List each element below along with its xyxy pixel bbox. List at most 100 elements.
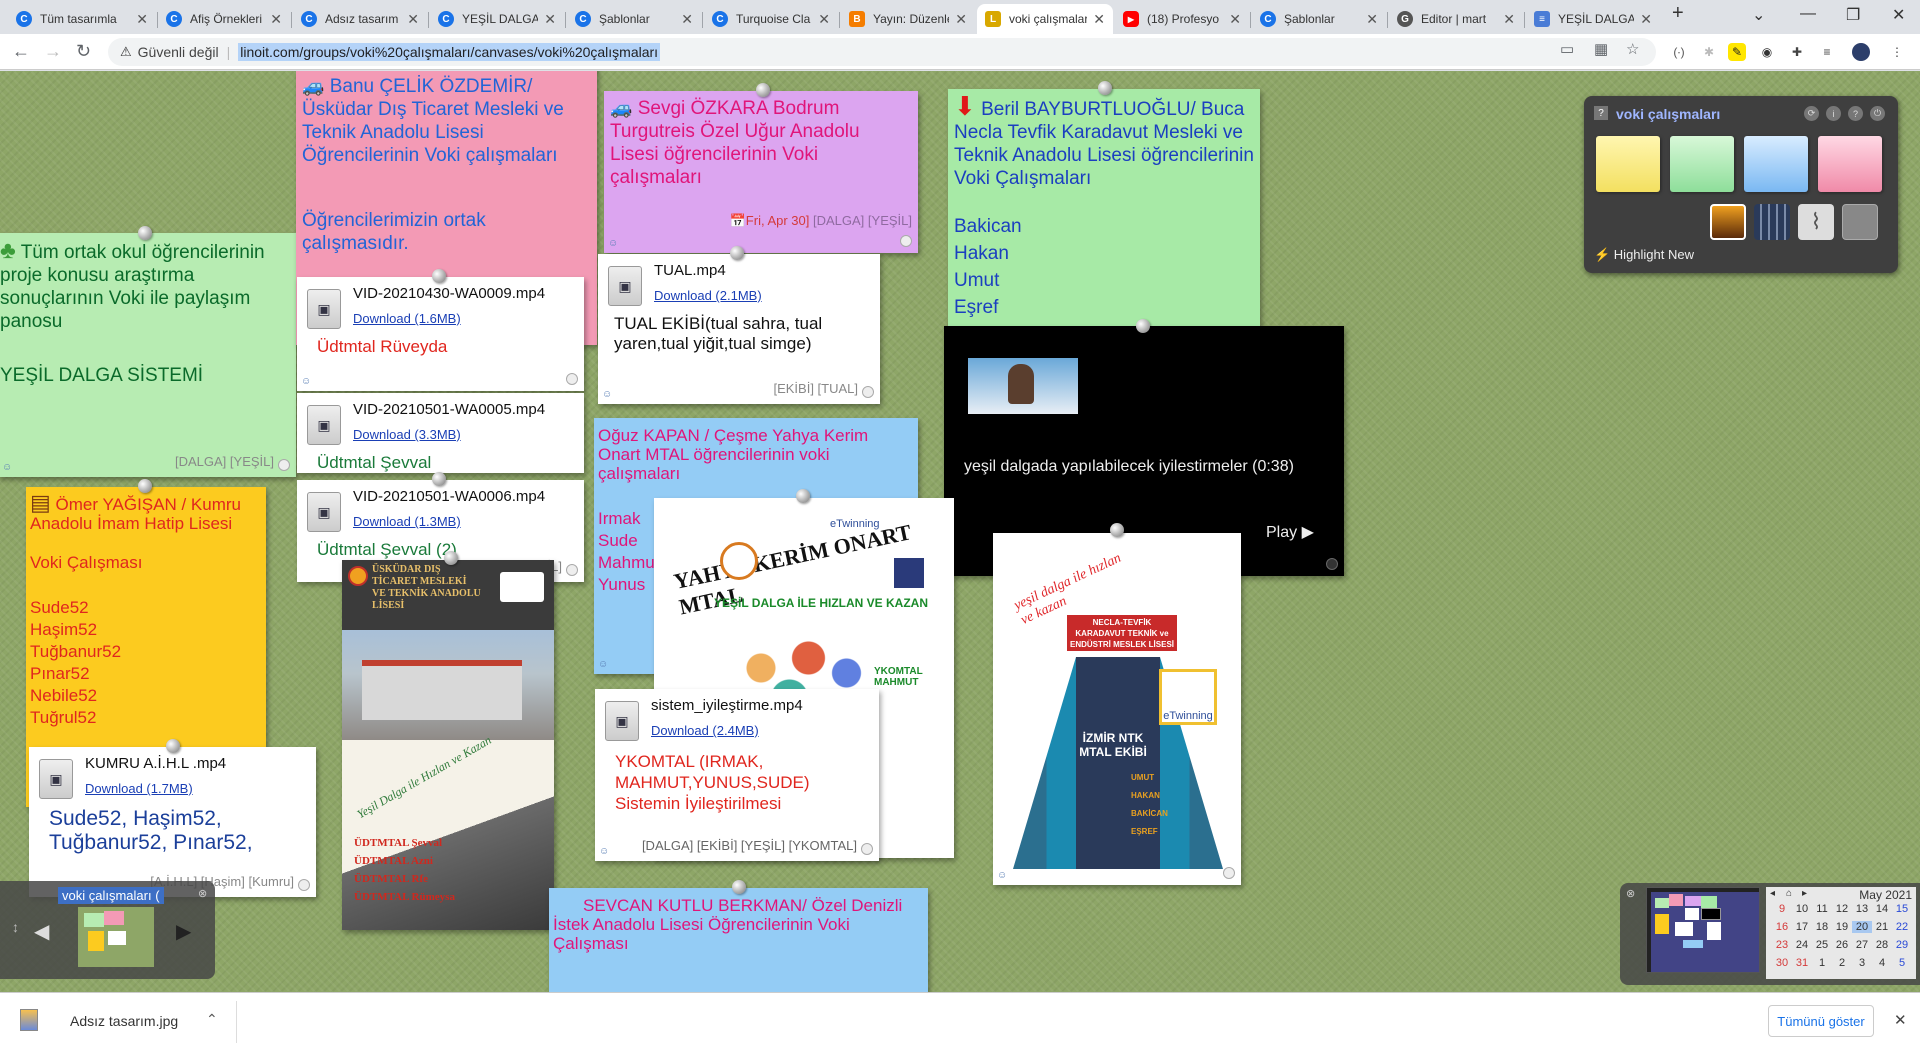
note-menu-icon[interactable] [298, 879, 310, 891]
tab[interactable]: G Editor | mart ✕ [1389, 4, 1523, 34]
info-icon[interactable]: i [1826, 106, 1841, 121]
note-menu-icon[interactable] [1326, 558, 1338, 570]
blue-sticky-swatch[interactable] [1744, 136, 1808, 192]
help-icon[interactable]: ? [1594, 106, 1608, 120]
close-tab-icon[interactable]: ✕ [270, 11, 282, 28]
tab[interactable]: C Şablonlar ✕ [1252, 4, 1386, 34]
board-thumbnail-label[interactable]: voki çalışmaları ( [58, 887, 164, 904]
extension-icon[interactable]: ✎ [1728, 43, 1746, 61]
tab[interactable]: ▶ (18) Profesyo ✕ [1115, 4, 1249, 34]
note-menu-icon[interactable] [862, 386, 874, 398]
close-tab-icon[interactable]: ✕ [1366, 11, 1378, 28]
board-preview[interactable] [78, 907, 154, 967]
avatar[interactable] [1852, 43, 1870, 61]
extension-icon[interactable]: ✱ [1700, 43, 1718, 61]
file-note[interactable]: ▣ TUAL.mp4 Download (2.1MB) TUAL EKİBİ(t… [598, 254, 880, 404]
sticky-note[interactable]: ♣ Tüm ortak okul öğrencilerinin proje ko… [0, 233, 296, 477]
calendar-day[interactable]: 2 [1832, 957, 1852, 969]
chevron-up-icon[interactable]: ⌃ [206, 1011, 218, 1028]
calendar-day[interactable]: 18 [1812, 921, 1832, 933]
play-button[interactable]: Play ▶ [1266, 522, 1314, 542]
download-link[interactable]: Download (1.6MB) [353, 311, 461, 326]
close-tab-icon[interactable]: ✕ [407, 11, 419, 28]
calendar-day[interactable]: 26 [1832, 939, 1852, 951]
tab[interactable]: C Adsız tasarım ✕ [293, 4, 427, 34]
note-menu-icon[interactable] [566, 373, 578, 385]
show-all-button[interactable]: Tümünü göster [1768, 1005, 1874, 1037]
highlight-new-toggle[interactable]: ⚡ Highlight New [1594, 247, 1694, 263]
note-menu-icon[interactable] [861, 843, 873, 855]
tab[interactable]: ≡ YEŞİL DALGA ✕ [1526, 4, 1660, 34]
board-thumbnail-panel[interactable]: voki çalışmaları ( ⊗ ◀ ▶ ↕ [0, 881, 215, 979]
green-sticky-swatch[interactable] [1670, 136, 1734, 192]
calendar-day[interactable]: 27 [1852, 939, 1872, 951]
file-note[interactable]: ▣ VID-20210430-WA0009.mp4 Download (1.6M… [297, 277, 584, 391]
calendar-day[interactable]: 14 [1872, 903, 1892, 915]
question-icon[interactable]: ? [1848, 106, 1863, 121]
close-tab-icon[interactable]: ✕ [544, 11, 556, 28]
power-icon[interactable]: ⏻ [1870, 106, 1885, 121]
note-tags[interactable]: [DALGA] [YEŞİL] [813, 213, 912, 228]
blank-sticky-tool-icon[interactable] [1842, 204, 1878, 240]
reading-list-icon[interactable]: ≡ [1818, 43, 1836, 61]
calendar-day-today[interactable]: 20 [1852, 921, 1872, 933]
yellow-sticky-swatch[interactable] [1596, 136, 1660, 192]
calendar-day[interactable]: 17 [1792, 921, 1812, 933]
calendar-day[interactable]: 21 [1872, 921, 1892, 933]
pink-sticky-swatch[interactable] [1818, 136, 1882, 192]
close-tab-icon[interactable]: ✕ [1503, 11, 1515, 28]
tab[interactable]: C Tüm tasarımla ✕ [8, 4, 156, 34]
close-tab-icon[interactable]: ✕ [1229, 11, 1241, 28]
refresh-icon[interactable]: ⟳ [1804, 106, 1819, 121]
tab[interactable]: C YEŞİL DALGA ✕ [430, 4, 564, 34]
tab[interactable]: B Yayın: Düzenle ✕ [841, 4, 975, 34]
prev-month-icon[interactable]: ◂ [1770, 888, 1775, 899]
close-window-icon[interactable]: ✕ [1892, 5, 1905, 25]
calendar-day[interactable]: 29 [1892, 939, 1912, 951]
tab-search-icon[interactable]: ⌄ [1752, 5, 1765, 25]
tab[interactable]: C Şablonlar ✕ [567, 4, 701, 34]
back-icon[interactable]: ← [12, 41, 30, 62]
file-note[interactable]: ▣ sistem_iyileştirme.mp4 Download (2.4MB… [595, 689, 879, 861]
close-icon[interactable]: ⊗ [198, 887, 207, 900]
cast-icon[interactable]: ▭ [1560, 40, 1574, 58]
sticky-palette-panel[interactable]: ? voki çalışmaları ⟳ i ? ⏻ ⌇ ⚡ Highlight… [1584, 96, 1898, 273]
calendar-day[interactable]: 25 [1812, 939, 1832, 951]
calendar-day[interactable]: 1 [1812, 957, 1832, 969]
calendar-day[interactable]: 30 [1772, 957, 1792, 969]
close-icon[interactable]: ✕ [1894, 1011, 1907, 1029]
puzzle-icon[interactable]: ✚ [1788, 43, 1806, 61]
extension-icon[interactable]: (∙) [1670, 43, 1688, 61]
download-link[interactable]: Download (1.3MB) [353, 514, 461, 529]
note-menu-icon[interactable] [278, 459, 290, 471]
close-tab-icon[interactable]: ✕ [1093, 11, 1105, 28]
menu-icon[interactable]: ⋮ [1888, 43, 1906, 61]
image-tool-icon[interactable] [1710, 204, 1746, 240]
calendar-day[interactable]: 9 [1772, 903, 1792, 915]
attachment-tool-icon[interactable]: ⌇ [1798, 204, 1834, 240]
reload-icon[interactable]: ↻ [76, 41, 91, 62]
close-tab-icon[interactable]: ✕ [136, 11, 148, 28]
close-tab-icon[interactable]: ✕ [955, 11, 967, 28]
note-menu-icon[interactable] [1223, 867, 1235, 879]
insecure-label[interactable]: Güvenli değil [138, 44, 219, 60]
qr-icon[interactable]: ▦ [1594, 40, 1608, 58]
image-note[interactable]: yeşil dalga ile hızlan ve kazan NECLA-TE… [993, 533, 1241, 885]
close-tab-icon[interactable]: ✕ [818, 11, 830, 28]
file-note[interactable]: ▣ VID-20210501-WA0005.mp4 Download (3.3M… [297, 393, 584, 473]
url-text[interactable]: linoit.com/groups/voki%20çalışmaları/can… [238, 43, 661, 61]
next-month-icon[interactable]: ▸ [1802, 888, 1807, 899]
calendar-day[interactable]: 12 [1832, 903, 1852, 915]
calendar-day[interactable]: 3 [1852, 957, 1872, 969]
note-tags[interactable]: [EKİBİ] [TUAL] [773, 381, 858, 396]
calendar-day[interactable]: 10 [1792, 903, 1812, 915]
image-note[interactable]: ÜSKÜDAR DIŞ TİCARET MESLEKİ VE TEKNİK AN… [342, 560, 554, 930]
calendar-day[interactable]: 19 [1832, 921, 1852, 933]
prev-board-icon[interactable]: ◀ [34, 919, 49, 944]
sticky-note[interactable]: SEVCAN KUTLU BERKMAN/ Özel Denizli İstek… [549, 888, 928, 992]
download-link[interactable]: Download (2.4MB) [651, 723, 759, 738]
bookmark-star-icon[interactable]: ☆ [1626, 40, 1639, 58]
note-tags[interactable]: [DALGA] [EKİBİ] [YEŞİL] [YKOMTAL] [642, 838, 857, 853]
expand-icon[interactable]: ↕ [12, 919, 19, 935]
maximize-icon[interactable]: ❐ [1846, 5, 1860, 25]
